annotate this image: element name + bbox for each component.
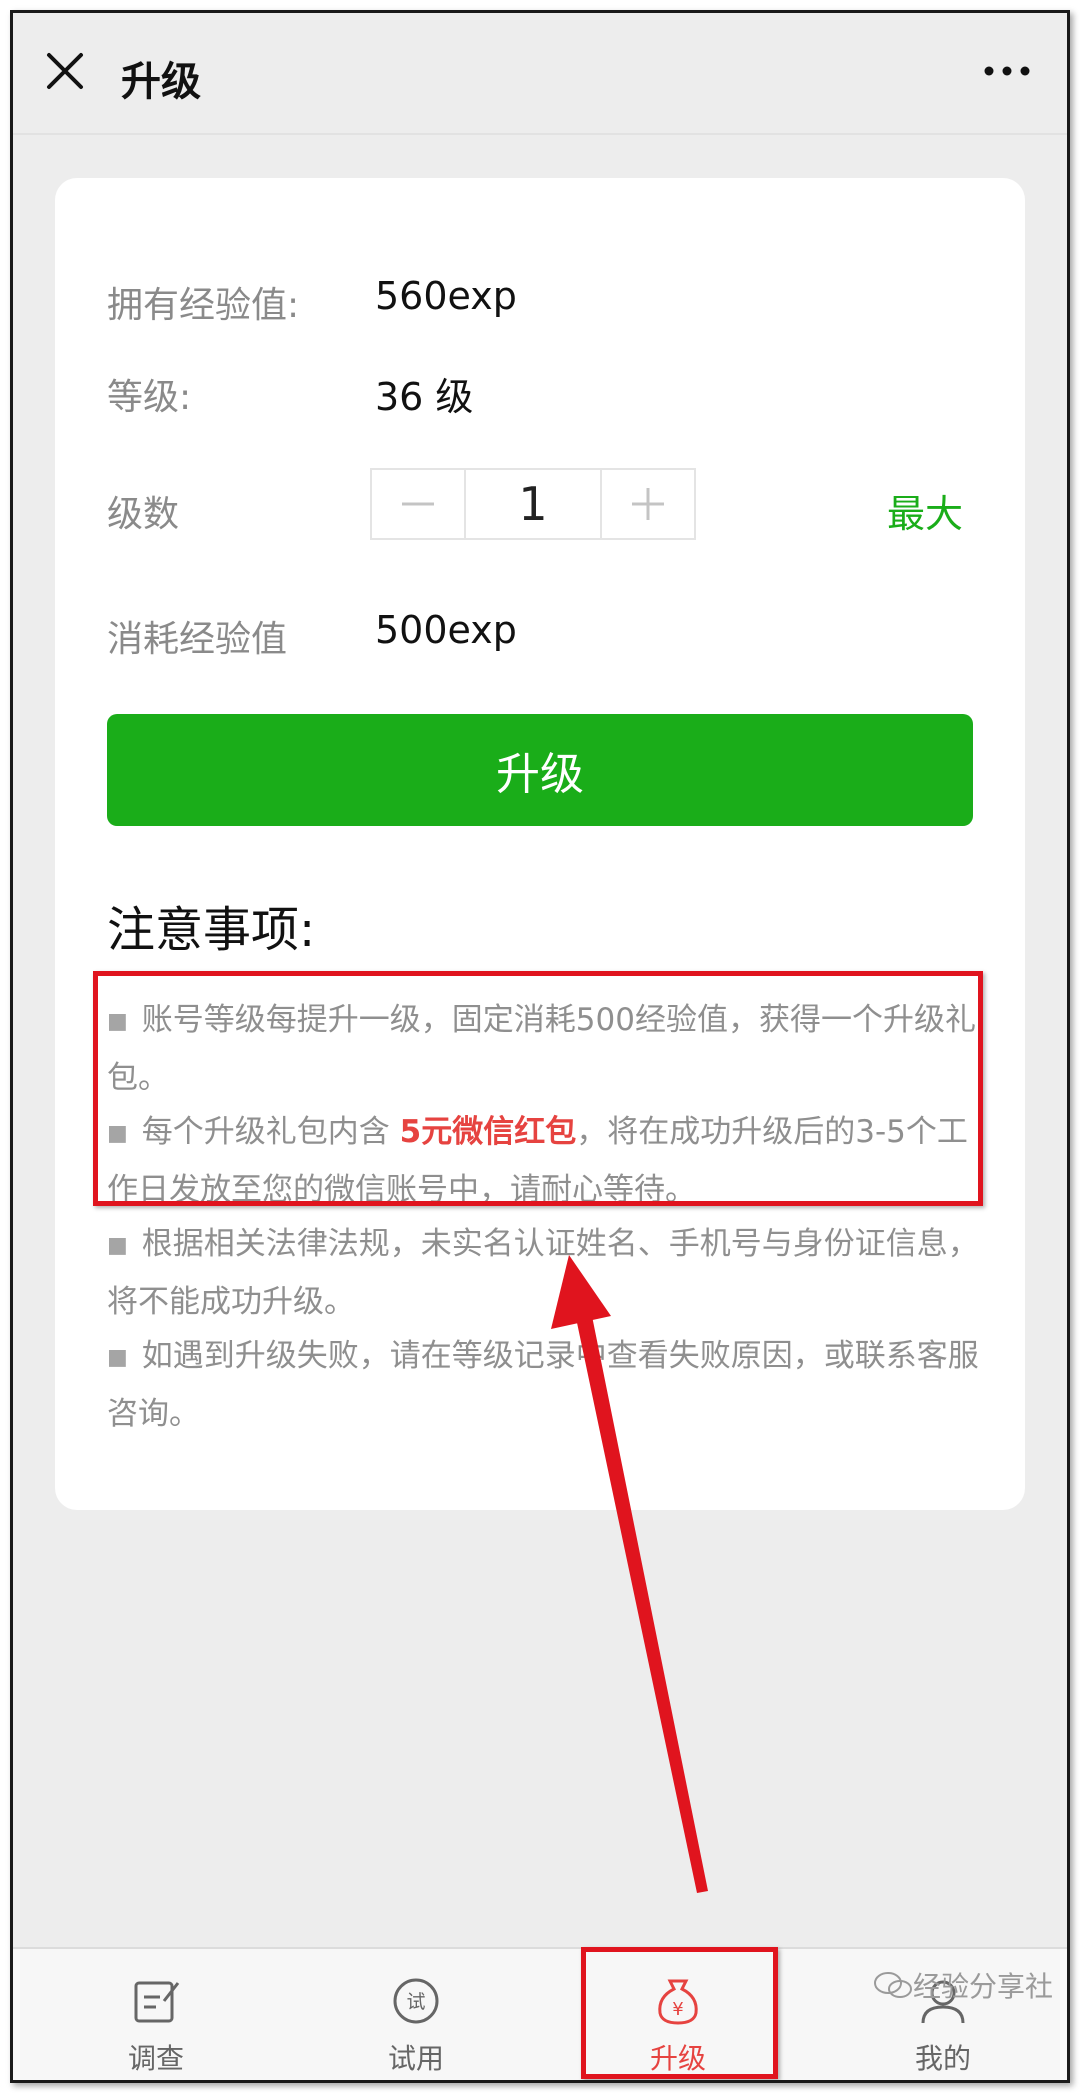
tab-label: 我的: [914, 2042, 971, 2075]
tab-label: 试用: [387, 2042, 444, 2075]
annotation-box-tab: [581, 1947, 778, 2079]
edit-icon: [130, 1975, 182, 2027]
phone-frame: 升级 拥有经验值: 560exp 等级: 36 级 级数 1 最大 消耗经验值 …: [10, 10, 1070, 2083]
watermark: 经验分享社: [873, 1965, 1053, 2005]
trial-icon: 试: [390, 1975, 442, 2027]
tab-survey[interactable]: 调查: [66, 1949, 246, 2080]
annotation-arrow: [551, 1255, 708, 1893]
wechat-icon: [874, 1972, 912, 1998]
svg-text:试: 试: [406, 1991, 425, 2013]
tab-label: 调查: [127, 2042, 184, 2075]
tab-trial[interactable]: 试 试用: [326, 1949, 506, 2080]
